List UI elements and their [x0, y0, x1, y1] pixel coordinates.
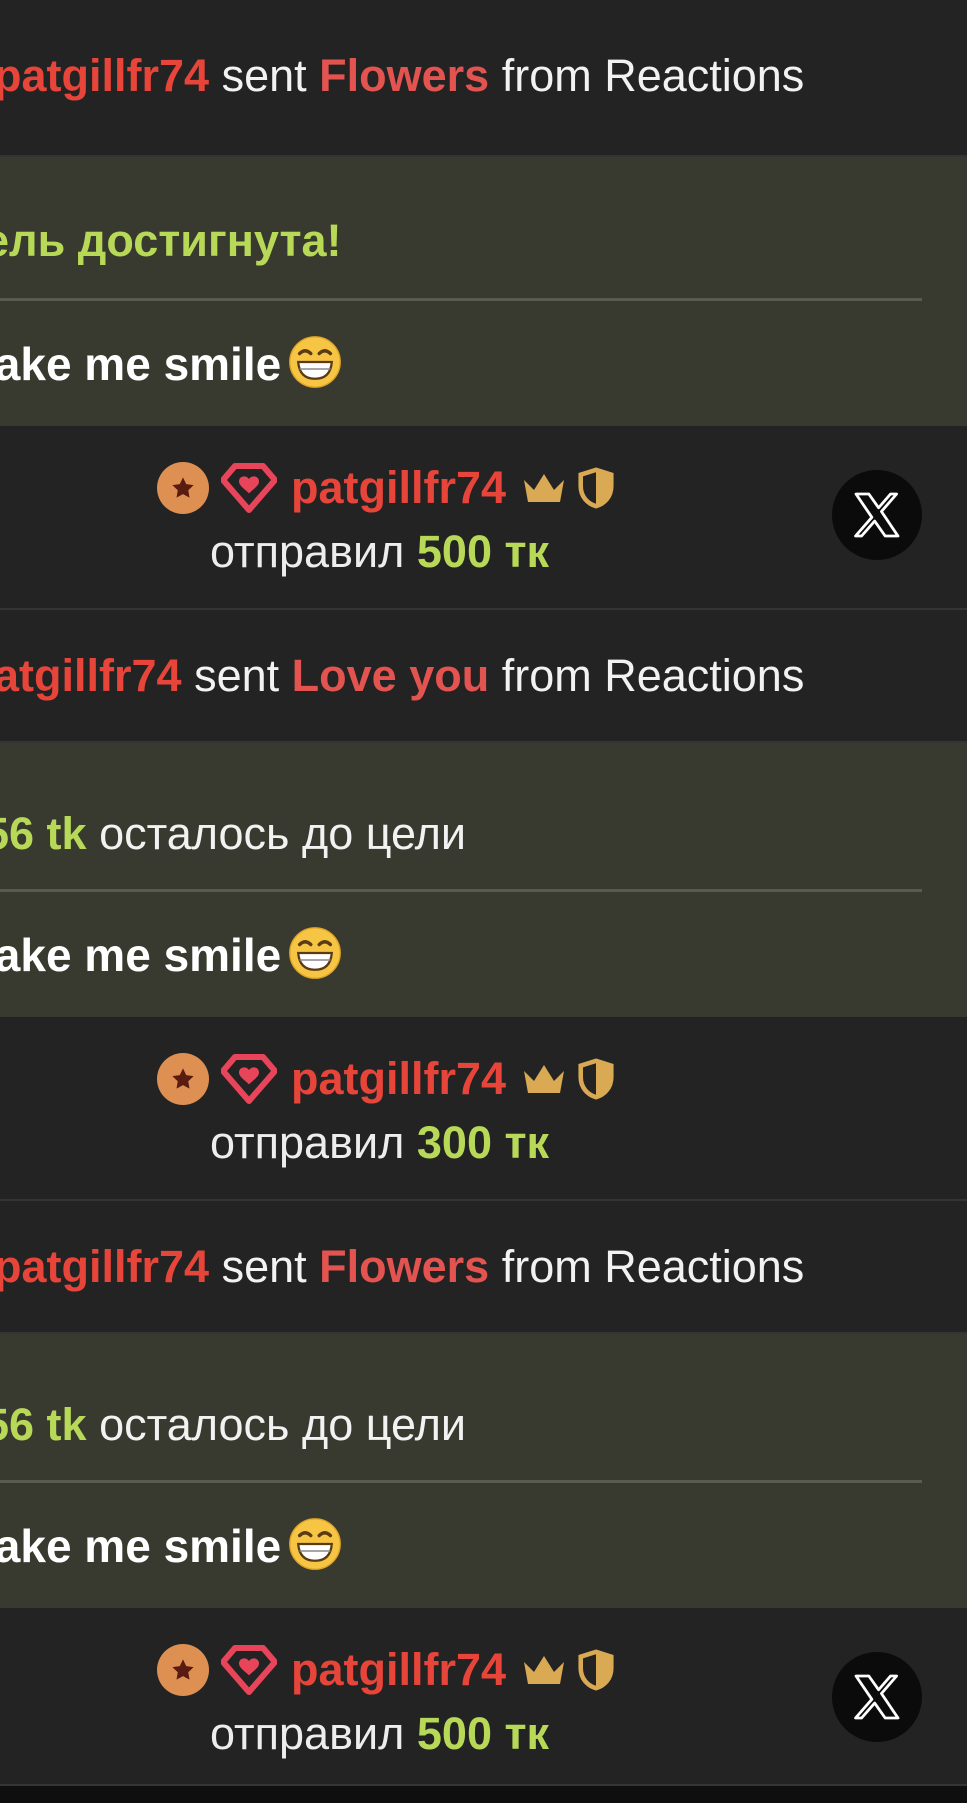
goal-message-text: lake me smile — [0, 925, 343, 981]
crown-icon — [520, 1650, 568, 1690]
remaining-amount: 56 tk — [0, 1399, 87, 1450]
shield-icon — [576, 467, 616, 509]
x-logo-icon — [849, 487, 905, 543]
remaining-amount: 56 tk — [0, 808, 87, 859]
remaining-text: осталось до цели — [99, 808, 466, 859]
username[interactable]: patgillfr74 — [291, 1053, 506, 1105]
tip-amount-row: отправил 300 тк — [210, 1120, 549, 1165]
diamond-heart-icon — [221, 1053, 277, 1105]
reaction-message: patgillfr74 sent Flowers from Reactions — [0, 1201, 967, 1334]
tip-amount-row: отправил 500 тк — [210, 529, 549, 574]
divider — [0, 298, 922, 301]
grinning-face-emoji — [287, 925, 343, 981]
star-badge-icon — [157, 1644, 209, 1696]
tip-verb: отправил — [210, 1708, 405, 1759]
share-x-button[interactable] — [832, 1652, 922, 1742]
crown-icon — [520, 468, 568, 508]
verb: sent — [221, 50, 307, 101]
tip-message: patgillfr74 отправил 500 тк — [0, 426, 967, 610]
tip-verb: отправил — [210, 1117, 405, 1168]
goal-remaining: 56 tk осталось до цели — [0, 1402, 466, 1447]
tip-verb: отправил — [210, 526, 405, 577]
crown-icon — [520, 1059, 568, 1099]
verb: sent — [194, 650, 280, 701]
tip-user-row: patgillfr74 — [157, 1644, 616, 1696]
diamond-heart-icon — [221, 462, 277, 514]
goal-message: 56 tk осталось до цели lake me smile — [0, 1334, 967, 1608]
goal-description: lake me smile — [0, 929, 282, 981]
chat-feed[interactable]: patgillfr74 sent Flowers from Reactions … — [0, 0, 967, 1803]
reaction-text: atgillfr74 sent Love you from Reactions — [0, 653, 804, 698]
username[interactable]: patgillfr74 — [291, 462, 506, 514]
tip-user-row: patgillfr74 — [157, 1053, 616, 1105]
share-x-button[interactable] — [832, 470, 922, 560]
x-logo-icon — [849, 1669, 905, 1725]
shield-icon — [576, 1649, 616, 1691]
reaction-text: patgillfr74 sent Flowers from Reactions — [0, 53, 804, 98]
reaction-source: from Reactions — [501, 50, 805, 101]
tip-message: patgillfr74 отправил 300 тк — [0, 1017, 967, 1201]
reaction-text: patgillfr74 sent Flowers from Reactions — [0, 1244, 804, 1289]
verb: sent — [221, 1241, 307, 1292]
username[interactable]: atgillfr74 — [0, 650, 182, 701]
reaction-message: patgillfr74 sent Flowers from Reactions — [0, 0, 967, 157]
username[interactable]: patgillfr74 — [0, 50, 209, 101]
tip-user-row: patgillfr74 — [157, 462, 616, 514]
goal-remaining: 56 tk осталось до цели — [0, 811, 466, 856]
tip-amount: 500 тк — [416, 526, 550, 577]
tip-message: patgillfr74 отправил 500 тк — [0, 1608, 967, 1786]
goal-message: ель достигнута! lake me smile — [0, 157, 967, 426]
tip-amount: 300 тк — [416, 1117, 550, 1168]
reaction-source: from Reactions — [501, 1241, 805, 1292]
star-badge-icon — [157, 462, 209, 514]
reaction-item: Flowers — [319, 50, 490, 101]
reaction-message: atgillfr74 sent Love you from Reactions — [0, 610, 967, 743]
tip-amount-row: отправил 500 тк — [210, 1711, 549, 1756]
goal-message: 56 tk осталось до цели lake me smile — [0, 743, 967, 1017]
star-badge-icon — [157, 1053, 209, 1105]
grinning-face-emoji — [287, 334, 343, 390]
goal-status: ель достигнута! — [0, 215, 342, 266]
goal-message-text: lake me smile — [0, 334, 343, 390]
goal-description: lake me smile — [0, 1520, 282, 1572]
goal-description: lake me smile — [0, 338, 282, 390]
diamond-heart-icon — [221, 1644, 277, 1696]
goal-message-text: lake me smile — [0, 1516, 343, 1572]
reaction-item: Love you — [291, 650, 490, 701]
reaction-item: Flowers — [319, 1241, 490, 1292]
divider — [0, 889, 922, 892]
reaction-source: from Reactions — [501, 650, 805, 701]
remaining-text: осталось до цели — [99, 1399, 466, 1450]
grinning-face-emoji — [287, 1516, 343, 1572]
tip-amount: 500 тк — [416, 1708, 550, 1759]
divider — [0, 1480, 922, 1483]
username[interactable]: patgillfr74 — [0, 1241, 209, 1292]
username[interactable]: patgillfr74 — [291, 1644, 506, 1696]
shield-icon — [576, 1058, 616, 1100]
